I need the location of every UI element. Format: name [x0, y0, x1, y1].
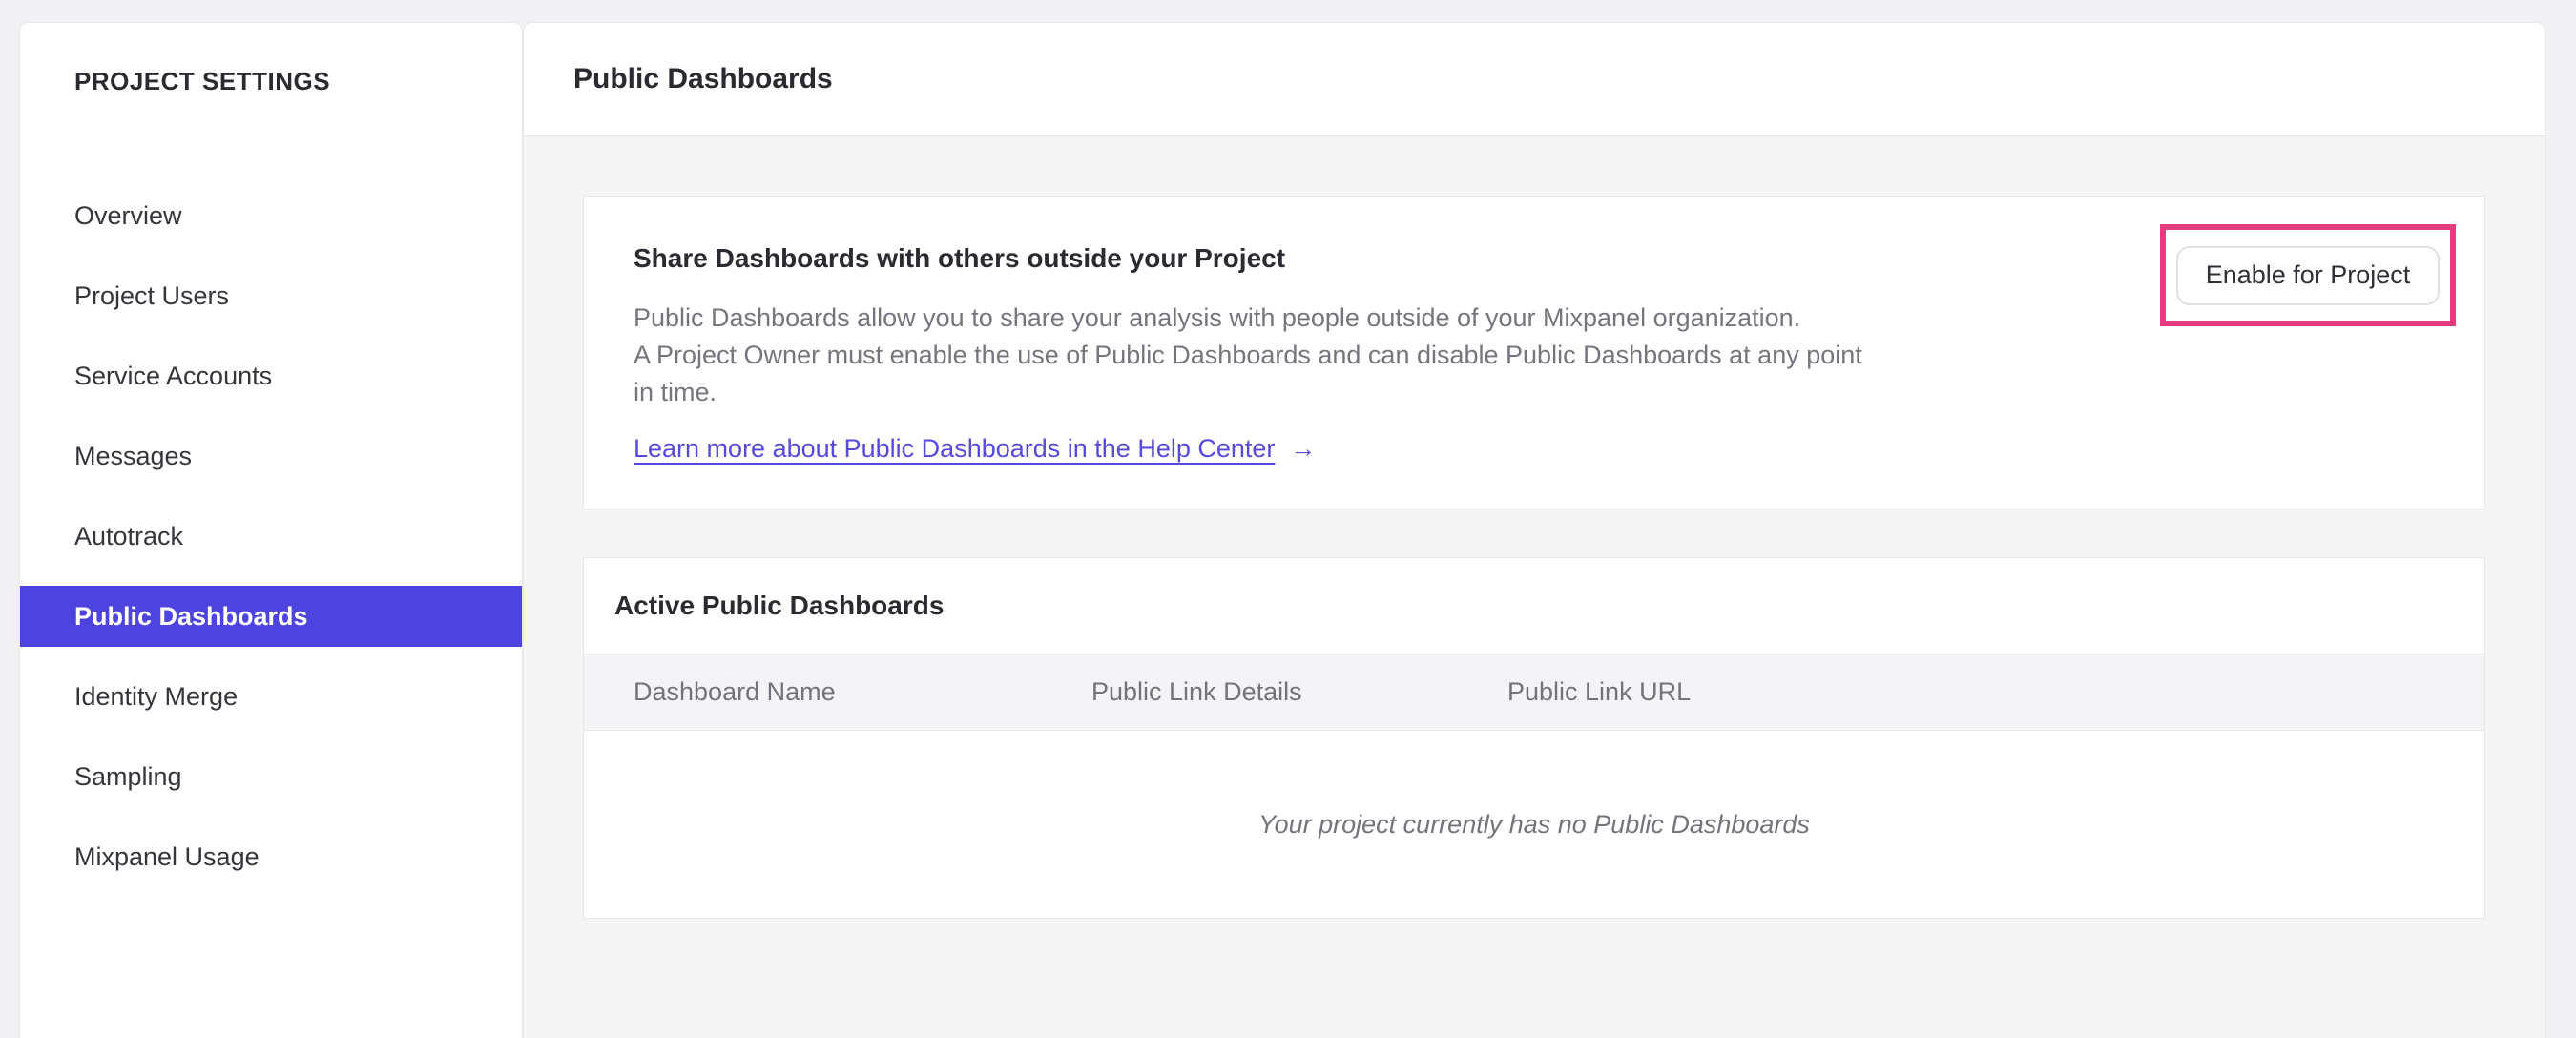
sidebar-nav: Overview Project Users Service Accounts … [20, 185, 522, 906]
sidebar-item-overview[interactable]: Overview [20, 185, 522, 246]
sidebar-item-sampling[interactable]: Sampling [20, 746, 522, 807]
share-card-description-line: in time. [634, 378, 717, 406]
project-settings-sidebar: PROJECT SETTINGS Overview Project Users … [19, 22, 523, 1038]
sidebar-item-mixpanel-usage[interactable]: Mixpanel Usage [20, 826, 522, 887]
sidebar-item-identity-merge[interactable]: Identity Merge [20, 666, 522, 727]
table-empty-body: Your project currently has no Public Das… [584, 731, 2484, 918]
arrow-right-icon: → [1290, 434, 1317, 463]
column-header-dashboard-name: Dashboard Name [634, 677, 836, 706]
page-header: Public Dashboards [524, 23, 2545, 136]
active-card-heading: Active Public Dashboards [614, 591, 945, 620]
sidebar-item-service-accounts[interactable]: Service Accounts [20, 345, 522, 406]
active-card-heading-row: Active Public Dashboards [584, 558, 2484, 654]
table-header-row: Dashboard Name Public Link Details Publi… [584, 654, 2484, 731]
sidebar-item-autotrack[interactable]: Autotrack [20, 506, 522, 567]
active-dashboards-card: Active Public Dashboards Dashboard Name … [583, 557, 2485, 919]
sidebar-item-public-dashboards[interactable]: Public Dashboards [20, 586, 522, 647]
highlight-box: Enable for Project [2160, 224, 2456, 326]
page-title: Public Dashboards [573, 63, 833, 94]
column-header-public-link-url: Public Link URL [1507, 677, 1692, 706]
enable-for-project-button[interactable]: Enable for Project [2176, 245, 2440, 305]
main-panel: Public Dashboards Share Dashboards with … [523, 22, 2545, 1038]
sidebar-item-messages[interactable]: Messages [20, 426, 522, 487]
share-card-description-line: A Project Owner must enable the use of P… [634, 341, 1862, 369]
help-link-row: Learn more about Public Dashboards in th… [634, 434, 2484, 464]
main-body: Share Dashboards with others outside you… [524, 136, 2545, 919]
empty-state-message: Your project currently has no Public Das… [1258, 809, 1810, 839]
sidebar-item-project-users[interactable]: Project Users [20, 265, 522, 326]
help-center-link[interactable]: Learn more about Public Dashboards in th… [634, 434, 1275, 464]
column-header-public-link-details: Public Link Details [1091, 677, 1302, 706]
share-dashboards-card: Share Dashboards with others outside you… [583, 196, 2485, 509]
sidebar-title: PROJECT SETTINGS [74, 67, 331, 95]
